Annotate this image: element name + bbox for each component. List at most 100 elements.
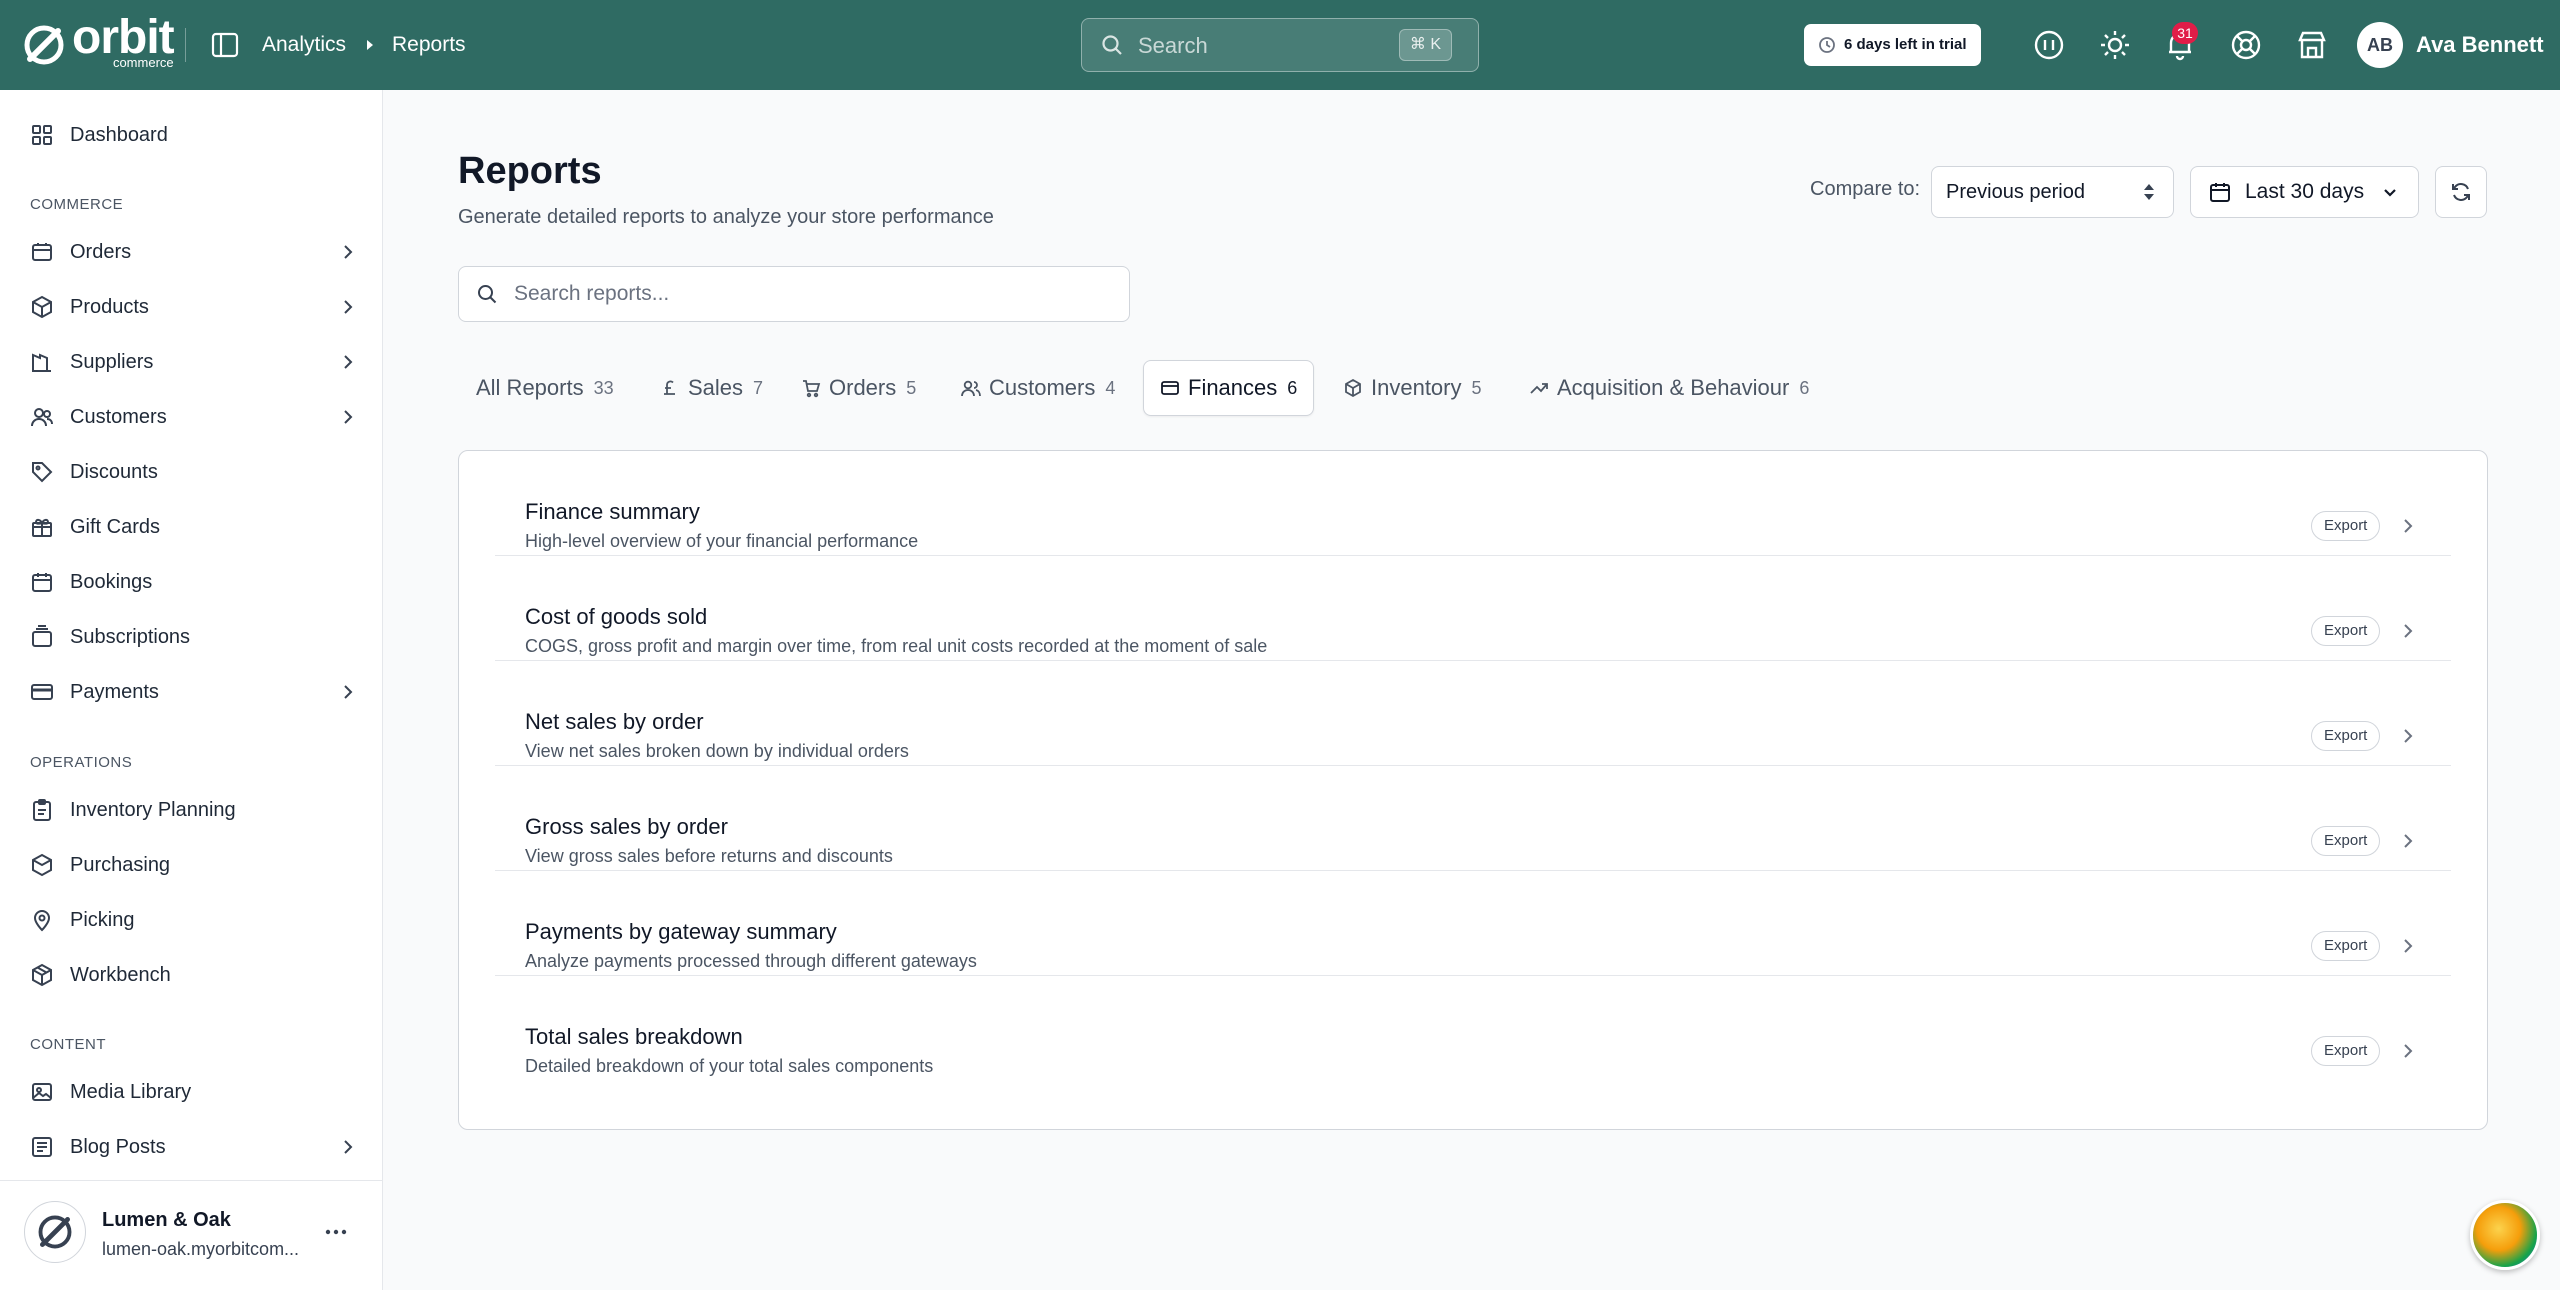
cart-icon [803,380,821,398]
sidebar-item-suppliers[interactable]: Suppliers [30,342,360,382]
breadcrumb-reports: Reports [392,33,466,56]
sidebar-item-label: Bookings [70,570,153,593]
tab-acquisition-behaviour[interactable]: Acquisition & Behaviour 6 [1529,360,1809,416]
compare-select[interactable]: Previous period [1931,166,2174,218]
customers-icon [31,408,53,427]
chevron-right-icon[interactable] [2397,935,2419,957]
tab-label: Inventory [1371,375,1462,400]
store-logo-icon [24,1201,86,1263]
sidebar-item-label: Discounts [70,460,158,483]
help-lifebuoy-icon[interactable] [2229,28,2263,62]
tab-sales[interactable]: Sales 7 [660,360,763,416]
reports-search-input[interactable]: Search reports... [458,266,1130,322]
report-title: Total sales breakdown [525,1024,743,1049]
sidebar-item-dashboard[interactable]: Dashboard [30,115,360,155]
chevron-right-icon [344,300,353,314]
sidebar-item-blog-posts[interactable]: Blog Posts [30,1127,360,1167]
tab-count: 6 [1287,377,1298,398]
report-row-payments-gateway[interactable]: Payments by gateway summary Analyze paym… [495,871,2451,976]
sidebar-section-commerce: COMMERCE [30,196,124,213]
report-description: View net sales broken down by individual… [525,741,909,761]
sidebar-item-gift-cards[interactable]: Gift Cards [30,507,360,547]
tab-finances[interactable]: Finances 6 [1143,360,1315,416]
export-button[interactable]: Export [2311,721,2381,751]
clock-icon [1819,37,1835,53]
tab-count: 4 [1105,377,1116,398]
pound-icon [664,380,675,395]
sidebar-item-label: Dashboard [70,123,168,146]
tab-count: 5 [906,377,917,398]
chevron-right-icon[interactable] [2397,830,2419,852]
chevron-right-icon[interactable] [2397,620,2419,642]
search-shortcut: ⌘ K [1398,29,1452,61]
trending-up-icon [1530,383,1548,394]
sidebar-item-customers[interactable]: Customers [30,397,360,437]
tab-all-reports[interactable]: All Reports 33 [476,360,614,416]
report-row-total-sales[interactable]: Total sales breakdown Detailed breakdown… [495,976,2451,1081]
compare-select-value: Previous period [1946,181,2085,203]
export-button[interactable]: Export [2311,1036,2381,1066]
breadcrumb-separator-icon [367,40,373,50]
trial-badge[interactable]: 6 days left in trial [1804,24,1981,66]
store-name: Lumen & Oak [102,1209,231,1231]
report-row-gross-sales[interactable]: Gross sales by order View gross sales be… [495,766,2451,871]
tab-count: 33 [593,377,614,398]
report-description: Analyze payments processed through diffe… [525,951,977,971]
sidebar-item-discounts[interactable]: Discounts [30,452,360,492]
tab-orders[interactable]: Orders 5 [801,360,916,416]
sidebar-item-workbench[interactable]: Workbench [30,955,360,995]
chevron-right-icon[interactable] [2397,1040,2419,1062]
report-description: COGS, gross profit and margin over time,… [525,636,1268,656]
sidebar-item-label: Workbench [70,963,171,986]
user-name[interactable]: Ava Bennett [2416,30,2544,60]
more-horizontal-icon[interactable] [323,1219,349,1245]
trial-text: 6 days left in trial [1844,36,1967,53]
sidebar-item-inventory-planning[interactable]: Inventory Planning [30,790,360,830]
support-icon[interactable] [2032,28,2066,62]
tab-count: 6 [1799,377,1810,398]
sidebar-item-bookings[interactable]: Bookings [30,562,360,602]
sidebar-item-label: Orders [70,240,132,263]
storefront-icon[interactable] [2295,28,2329,62]
sidebar-item-orders[interactable]: Orders [30,232,360,272]
report-title: Cost of goods sold [525,604,708,629]
report-title: Gross sales by order [525,814,728,839]
store-switcher[interactable]: Lumen & Oak lumen-oak.myorbitcom... [0,1180,383,1290]
chevron-right-icon[interactable] [2397,725,2419,747]
tab-customers[interactable]: Customers 4 [961,360,1115,416]
avatar[interactable]: AB [2357,22,2403,68]
sidebar-item-purchasing[interactable]: Purchasing [30,845,360,885]
global-search[interactable]: Search ⌘ K [1081,18,1479,72]
export-button[interactable]: Export [2311,931,2381,961]
report-row-finance-summary[interactable]: Finance summary High-level overview of y… [495,451,2451,556]
sidebar-item-label: Purchasing [70,853,171,876]
sidebar-item-picking[interactable]: Picking [30,900,360,940]
tab-label: Orders [829,375,897,400]
chevron-down-icon [2384,189,2396,197]
assistant-launcher-button[interactable] [2470,1200,2540,1270]
dashboard-icon [32,125,52,145]
report-row-cogs[interactable]: Cost of goods sold COGS, gross profit an… [495,556,2451,661]
orders-icon [32,243,52,261]
chevron-right-icon [344,1140,353,1154]
export-button[interactable]: Export [2311,826,2381,856]
brand-logo[interactable]: orbit commerce [22,14,175,69]
sidebar-item-payments[interactable]: Payments [30,672,360,712]
export-button[interactable]: Export [2311,511,2381,541]
breadcrumb-analytics[interactable]: Analytics [262,30,346,60]
date-range-button[interactable]: Last 30 days [2190,166,2419,218]
chevron-right-icon [344,355,353,369]
report-row-net-sales[interactable]: Net sales by order View net sales broken… [495,661,2451,766]
tab-inventory[interactable]: Inventory 5 [1343,360,1482,416]
sidebar-item-products[interactable]: Products [30,287,360,327]
theme-sun-icon[interactable] [2098,28,2132,62]
sidebar-item-subscriptions[interactable]: Subscriptions [30,617,360,657]
sidebar-toggle-icon[interactable] [210,30,240,60]
box-icon [32,963,52,987]
refresh-button[interactable] [2435,166,2487,218]
blog-icon [32,1137,52,1157]
export-button[interactable]: Export [2311,616,2381,646]
sidebar-item-media-library[interactable]: Media Library [30,1072,360,1112]
reports-list: Finance summary High-level overview of y… [458,450,2488,1130]
chevron-right-icon[interactable] [2397,515,2419,537]
